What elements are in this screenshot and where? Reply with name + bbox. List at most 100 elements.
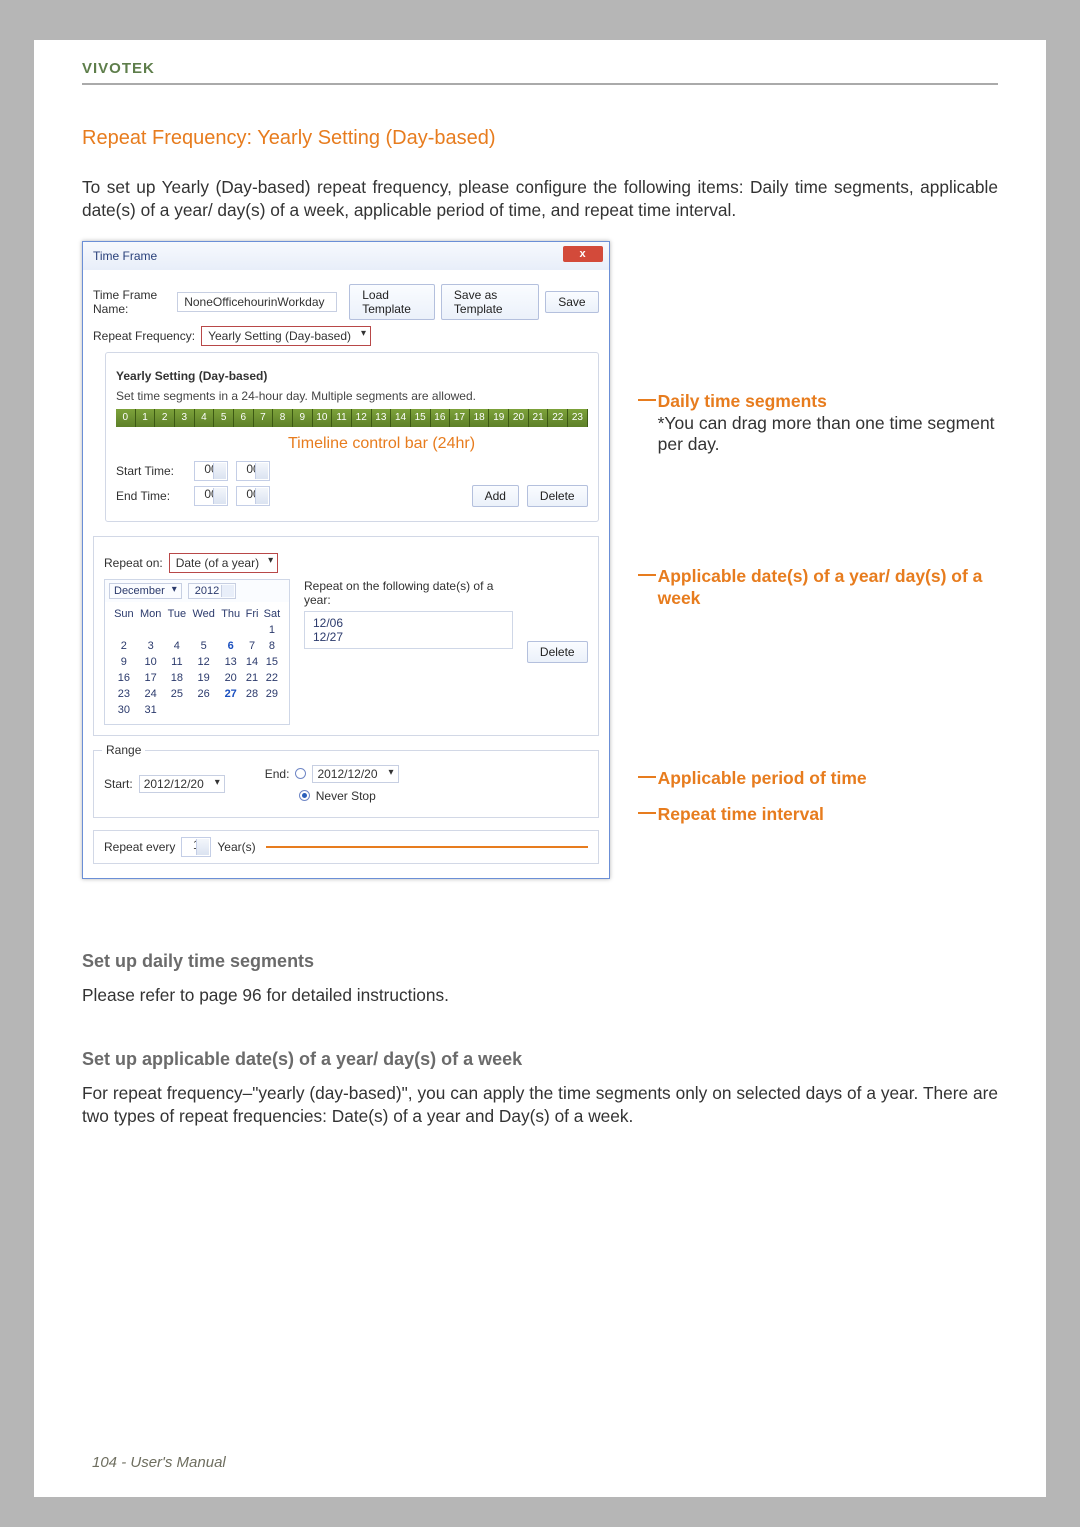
timeline-tick[interactable]: 6 [234, 409, 254, 427]
calendar-day[interactable] [218, 622, 243, 638]
range-end-datepicker[interactable]: 2012/12/20 [312, 765, 398, 783]
calendar-day[interactable]: 12 [189, 654, 218, 670]
timeline-tick[interactable]: 0 [116, 409, 136, 427]
calendar-day[interactable]: 2 [111, 638, 137, 654]
segment-add-button[interactable]: Add [472, 485, 519, 507]
segments-hint: Set time segments in a 24-hour day. Mult… [116, 389, 588, 403]
timeline-tick[interactable]: 23 [568, 409, 588, 427]
timeline-tick[interactable]: 19 [489, 409, 509, 427]
timeline-tick[interactable]: 2 [155, 409, 175, 427]
calendar-day[interactable] [165, 702, 189, 718]
calendar-year-spinner[interactable]: 2012 [188, 583, 236, 599]
never-stop-label: Never Stop [316, 789, 376, 803]
timeline-tick[interactable]: 14 [391, 409, 411, 427]
end-hour-spinner[interactable]: 00 [194, 486, 228, 506]
calendar-day[interactable]: 14 [243, 654, 261, 670]
calendar-day[interactable]: 8 [261, 638, 283, 654]
calendar-day[interactable]: 13 [218, 654, 243, 670]
timeline-tick[interactable]: 15 [411, 409, 431, 427]
dialog-titlebar[interactable]: Time Frame x [83, 242, 609, 270]
segment-delete-button[interactable]: Delete [527, 485, 588, 507]
save-as-template-button[interactable]: Save as Template [441, 284, 539, 320]
calendar-month-select[interactable]: December [109, 583, 182, 599]
calendar-day[interactable] [165, 622, 189, 638]
save-button[interactable]: Save [545, 291, 598, 313]
calendar-day[interactable]: 20 [218, 670, 243, 686]
range-start-label: Start: [104, 777, 133, 791]
calendar-day[interactable]: 11 [165, 654, 189, 670]
calendar-day[interactable]: 22 [261, 670, 283, 686]
selected-dates-list[interactable]: 12/0612/27 [304, 611, 513, 649]
calendar-day[interactable]: 7 [243, 638, 261, 654]
calendar-day[interactable] [111, 622, 137, 638]
timeline-tick[interactable]: 9 [293, 409, 313, 427]
calendar-day[interactable]: 10 [137, 654, 165, 670]
calendar-grid[interactable]: SunMonTueWedThuFriSat 123456789101112131… [111, 606, 283, 718]
setup-dates-text: For repeat frequency–"yearly (day-based)… [82, 1082, 998, 1129]
close-icon[interactable]: x [563, 246, 603, 262]
timeline-tick[interactable]: 1 [136, 409, 156, 427]
calendar-day[interactable]: 6 [218, 638, 243, 654]
start-hour-spinner[interactable]: 00 [194, 461, 228, 481]
calendar-day[interactable]: 4 [165, 638, 189, 654]
dates-delete-button[interactable]: Delete [527, 641, 588, 663]
timeline-tick[interactable]: 3 [175, 409, 195, 427]
calendar-day[interactable]: 3 [137, 638, 165, 654]
calendar-day[interactable]: 16 [111, 670, 137, 686]
calendar-day[interactable] [243, 622, 261, 638]
calendar-day[interactable] [218, 702, 243, 718]
calendar-day[interactable]: 26 [189, 686, 218, 702]
calendar-day[interactable]: 29 [261, 686, 283, 702]
repeat-on-label: Repeat on: [104, 556, 163, 570]
calendar-day[interactable]: 31 [137, 702, 165, 718]
calendar-day[interactable] [189, 702, 218, 718]
timeline-tick[interactable]: 13 [372, 409, 392, 427]
calendar-day[interactable] [243, 702, 261, 718]
repeat-frequency-combo[interactable]: Yearly Setting (Day-based) [201, 326, 371, 346]
timeline-tick[interactable]: 7 [254, 409, 274, 427]
calendar-day[interactable] [137, 622, 165, 638]
calendar-day[interactable]: 25 [165, 686, 189, 702]
section-title: Repeat Frequency: Yearly Setting (Day-ba… [82, 127, 998, 150]
calendar-day[interactable]: 17 [137, 670, 165, 686]
calendar-day[interactable]: 21 [243, 670, 261, 686]
timeline-tick[interactable]: 21 [529, 409, 549, 427]
calendar[interactable]: December 2012 SunMonTueWedThuFriSat 1234… [104, 579, 290, 725]
timeline-tick[interactable]: 12 [352, 409, 372, 427]
calendar-day[interactable]: 28 [243, 686, 261, 702]
calendar-day[interactable]: 30 [111, 702, 137, 718]
never-stop-radio[interactable] [299, 790, 310, 801]
calendar-day[interactable]: 15 [261, 654, 283, 670]
calendar-day[interactable] [189, 622, 218, 638]
page-footer: 104 - User's Manual [92, 1454, 226, 1471]
timeline-tick[interactable]: 10 [313, 409, 333, 427]
timeline-bar[interactable]: 01234567891011121314151617181920212223 [116, 409, 588, 427]
calendar-day[interactable]: 19 [189, 670, 218, 686]
repeat-every-spinner[interactable]: 1 [181, 837, 211, 857]
selected-date-item[interactable]: 12/06 [313, 616, 504, 630]
calendar-day[interactable]: 18 [165, 670, 189, 686]
timeline-tick[interactable]: 20 [509, 409, 529, 427]
timeline-tick[interactable]: 4 [195, 409, 215, 427]
timeline-tick[interactable]: 16 [431, 409, 451, 427]
timeline-tick[interactable]: 17 [450, 409, 470, 427]
timeline-tick[interactable]: 22 [548, 409, 568, 427]
calendar-day[interactable]: 24 [137, 686, 165, 702]
calendar-day[interactable]: 27 [218, 686, 243, 702]
calendar-day[interactable]: 5 [189, 638, 218, 654]
timeline-tick[interactable]: 5 [214, 409, 234, 427]
calendar-day[interactable]: 1 [261, 622, 283, 638]
timeline-tick[interactable]: 8 [273, 409, 293, 427]
end-min-spinner[interactable]: 00 [236, 486, 270, 506]
load-template-button[interactable]: Load Template [349, 284, 435, 320]
timeline-tick[interactable]: 11 [332, 409, 352, 427]
range-start-datepicker[interactable]: 2012/12/20 [139, 775, 225, 793]
calendar-day[interactable]: 23 [111, 686, 137, 702]
selected-date-item[interactable]: 12/27 [313, 630, 504, 644]
timeline-tick[interactable]: 18 [470, 409, 490, 427]
end-date-radio[interactable] [295, 768, 306, 779]
repeat-on-combo[interactable]: Date (of a year) [169, 553, 278, 573]
calendar-day[interactable]: 9 [111, 654, 137, 670]
calendar-day[interactable] [261, 702, 283, 718]
start-min-spinner[interactable]: 00 [236, 461, 270, 481]
